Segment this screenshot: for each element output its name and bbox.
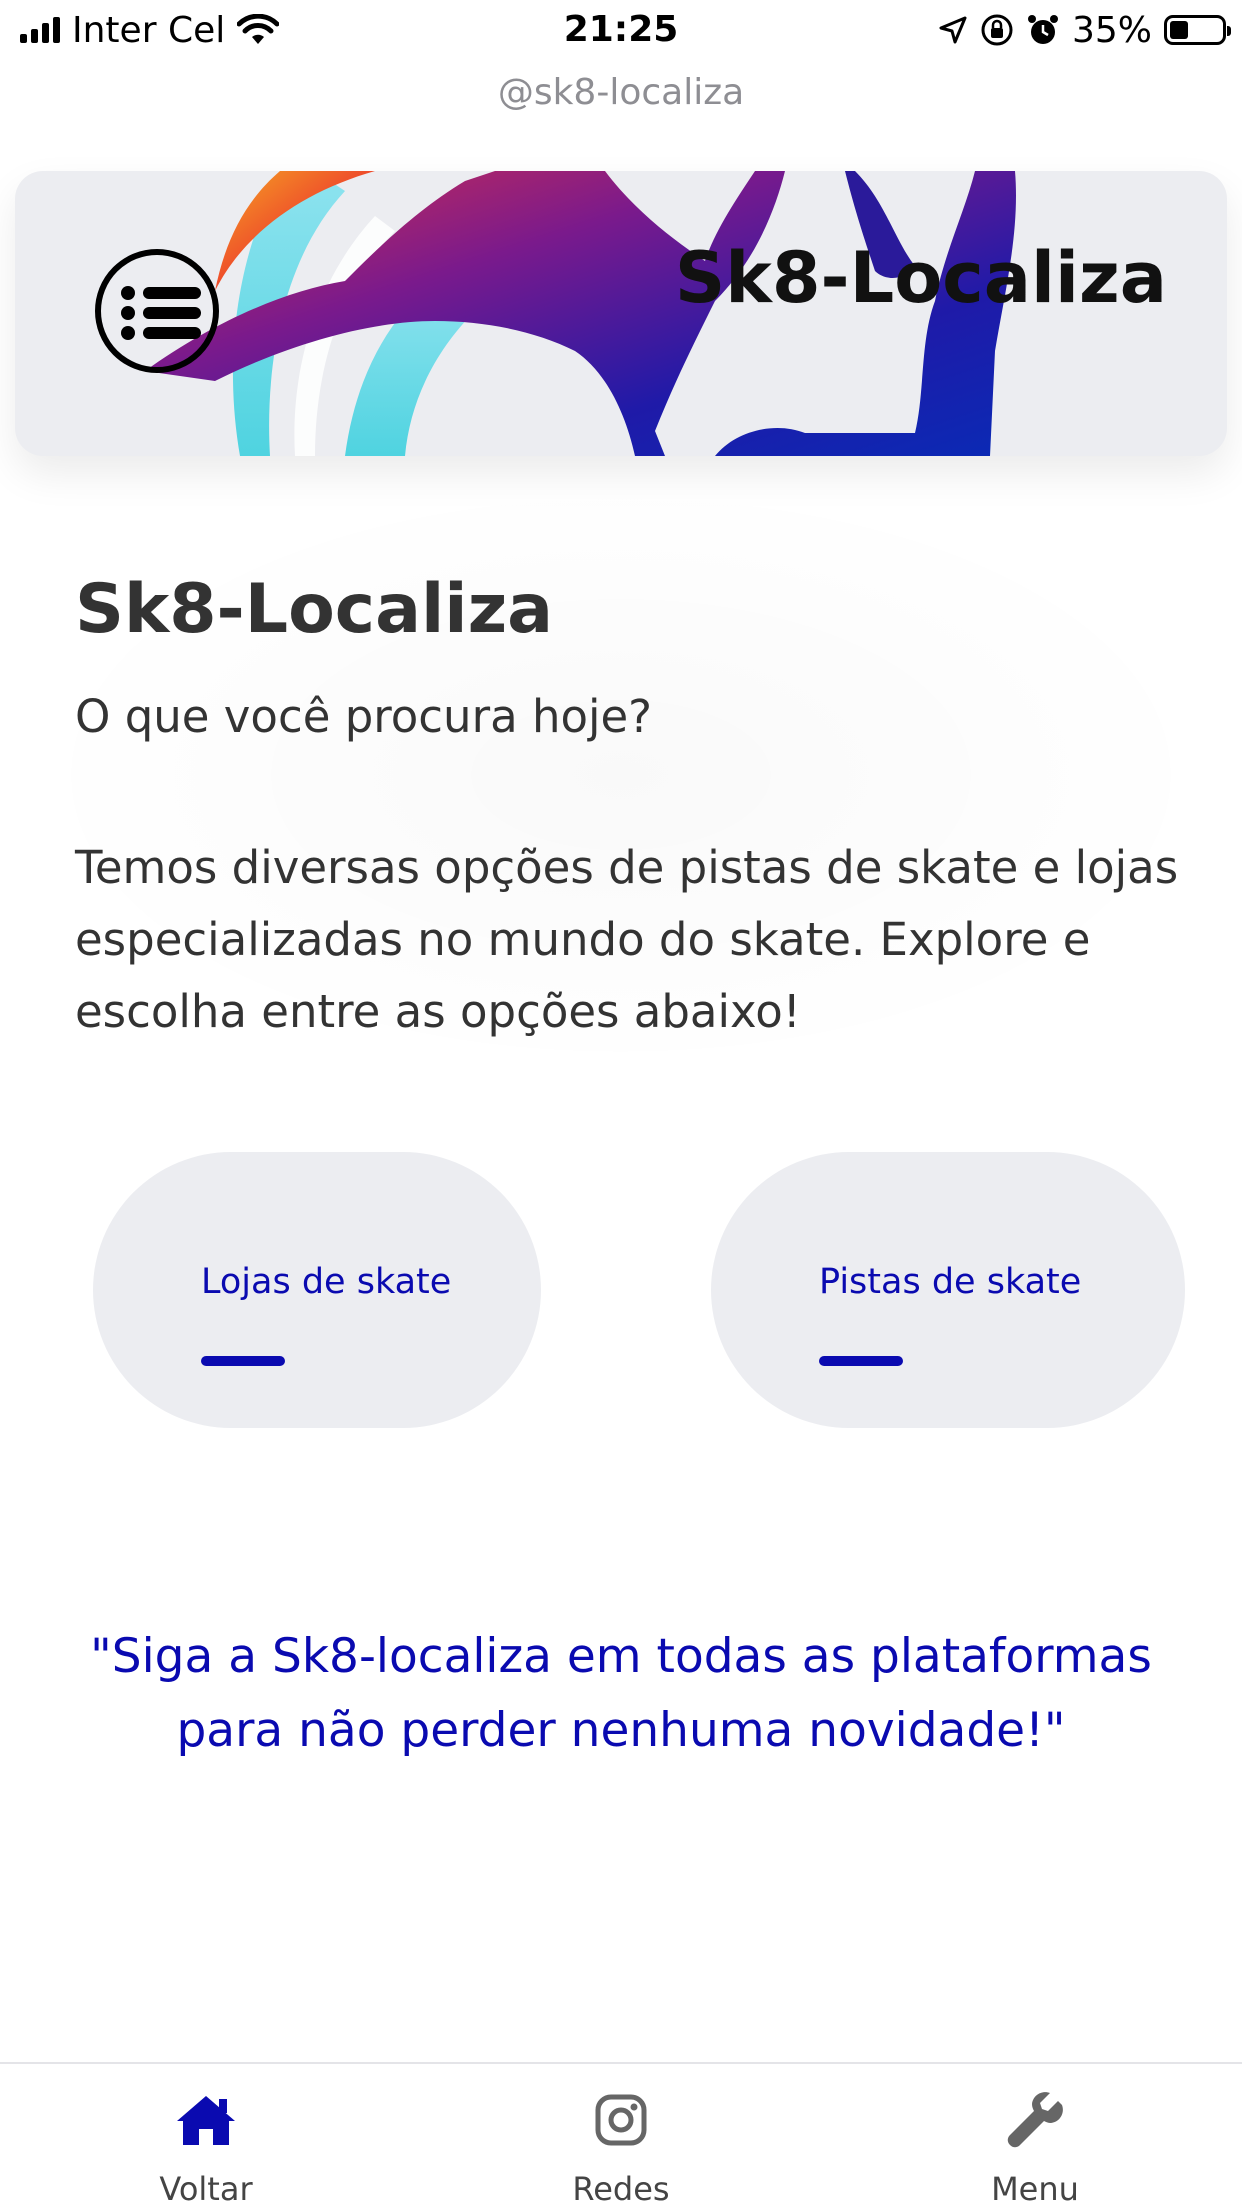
lojas-underline <box>201 1356 285 1366</box>
orientation-lock-icon <box>981 14 1013 46</box>
nav-label-menu: Menu <box>991 2170 1079 2208</box>
nav-label-voltar: Voltar <box>159 2170 253 2208</box>
lojas-de-skate-button[interactable]: Lojas de skate <box>93 1152 541 1428</box>
status-bar: Inter Cel 21:25 35% <box>0 0 1242 64</box>
nav-item-voltar[interactable]: Voltar <box>56 2086 356 2208</box>
wrench-icon <box>1007 2092 1063 2148</box>
list-icon-row <box>121 306 201 320</box>
page-subtitle: O que você procura hoje? <box>75 690 653 743</box>
pistas-de-skate-button[interactable]: Pistas de skate <box>711 1152 1185 1428</box>
pistas-de-skate-label: Pistas de skate <box>819 1262 1082 1302</box>
bottom-navigation: Voltar Redes Menu <box>0 2062 1242 2208</box>
lojas-de-skate-label: Lojas de skate <box>201 1262 452 1302</box>
page-title: Sk8-Localiza <box>75 570 554 649</box>
instagram-icon <box>595 2094 647 2146</box>
follow-quote: "Siga a Sk8-localiza em todas as platafo… <box>90 1629 1152 1758</box>
pistas-underline <box>819 1356 903 1366</box>
list-icon-row <box>121 286 201 300</box>
battery-level-fill <box>1170 21 1188 39</box>
nav-item-redes[interactable]: Redes <box>471 2086 771 2208</box>
menu-list-button[interactable] <box>95 249 219 373</box>
alarm-icon <box>1027 15 1058 44</box>
page-url[interactable]: @sk8-localiza <box>0 72 1242 113</box>
page-description: Temos diversas opções de pistas de skate… <box>75 841 1179 1038</box>
battery-percent: 35% <box>1071 9 1152 51</box>
nav-item-menu[interactable]: Menu <box>885 2086 1185 2208</box>
location-arrow-icon <box>939 16 967 44</box>
battery-icon <box>1164 15 1231 45</box>
nav-label-redes: Redes <box>572 2170 670 2208</box>
header-banner: Sk8-Localiza <box>15 171 1227 456</box>
list-icon-row <box>121 326 201 340</box>
status-bar-right: 35% <box>938 8 1231 52</box>
home-icon <box>177 2096 235 2145</box>
header-title: Sk8-Localiza <box>674 237 1167 319</box>
